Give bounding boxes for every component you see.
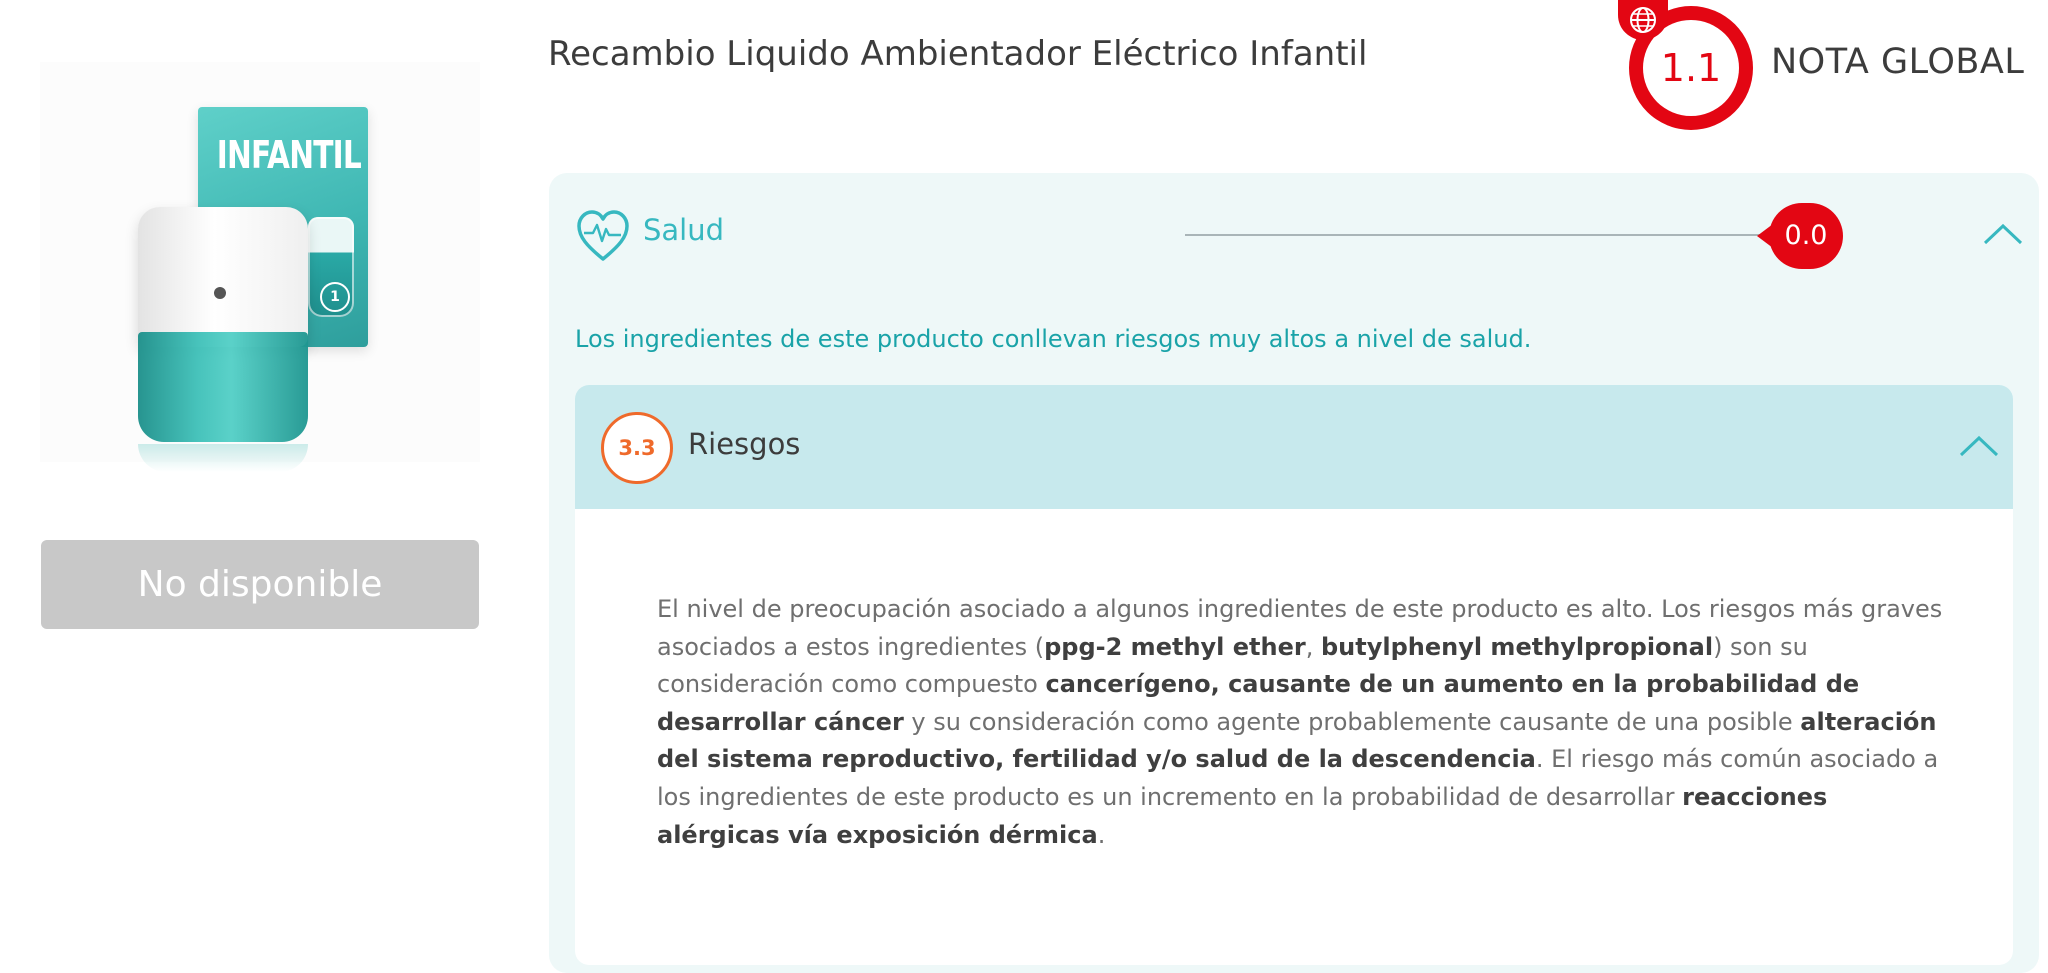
risk-text-part: .	[1097, 820, 1106, 849]
device-liquid-container	[138, 332, 308, 442]
unavailable-button[interactable]: No disponible	[41, 540, 479, 629]
health-description: Los ingredientes de este producto conlle…	[575, 325, 1532, 353]
risk-text-part: ,	[1305, 632, 1321, 661]
health-score-track	[1185, 234, 1785, 236]
air-freshener-device	[138, 207, 308, 347]
risk-text-part: y su consideración como agente probablem…	[903, 707, 1801, 736]
health-header[interactable]: Salud 0.0	[575, 203, 2023, 269]
product-title: Recambio Liquido Ambientador Eléctrico I…	[548, 34, 1368, 74]
health-score-badge: 0.0	[1757, 203, 1843, 269]
chevron-up-icon[interactable]	[1981, 221, 2025, 247]
ingredient-name: ppg-2 methyl ether	[1044, 632, 1306, 661]
health-label: Salud	[643, 213, 725, 247]
risks-score-badge: 3.3	[601, 412, 673, 484]
global-score-label: NOTA GLOBAL	[1771, 42, 2025, 82]
ingredient-name: butylphenyl methylpropional	[1320, 632, 1714, 661]
product-brand-text: INFANTIL	[216, 133, 362, 177]
device-reflection	[138, 444, 308, 472]
product-image: INFANTIL 1	[40, 62, 480, 472]
heart-pulse-icon	[577, 210, 629, 261]
risks-description: El nivel de preocupación asociado a algu…	[657, 591, 1947, 854]
health-panel: Salud 0.0 Los ingredientes de este produ…	[549, 173, 2039, 973]
device-indicator	[214, 287, 226, 299]
chevron-up-icon[interactable]	[1957, 433, 2001, 459]
risks-label: Riesgos	[688, 427, 801, 461]
risks-header[interactable]: 3.3 Riesgos	[575, 385, 2013, 509]
global-score: 1.1 NOTA GLOBAL	[1616, 0, 2046, 135]
product-badge: 1	[320, 282, 350, 312]
risks-card: 3.3 Riesgos El nivel de preocupación aso…	[575, 385, 2013, 965]
